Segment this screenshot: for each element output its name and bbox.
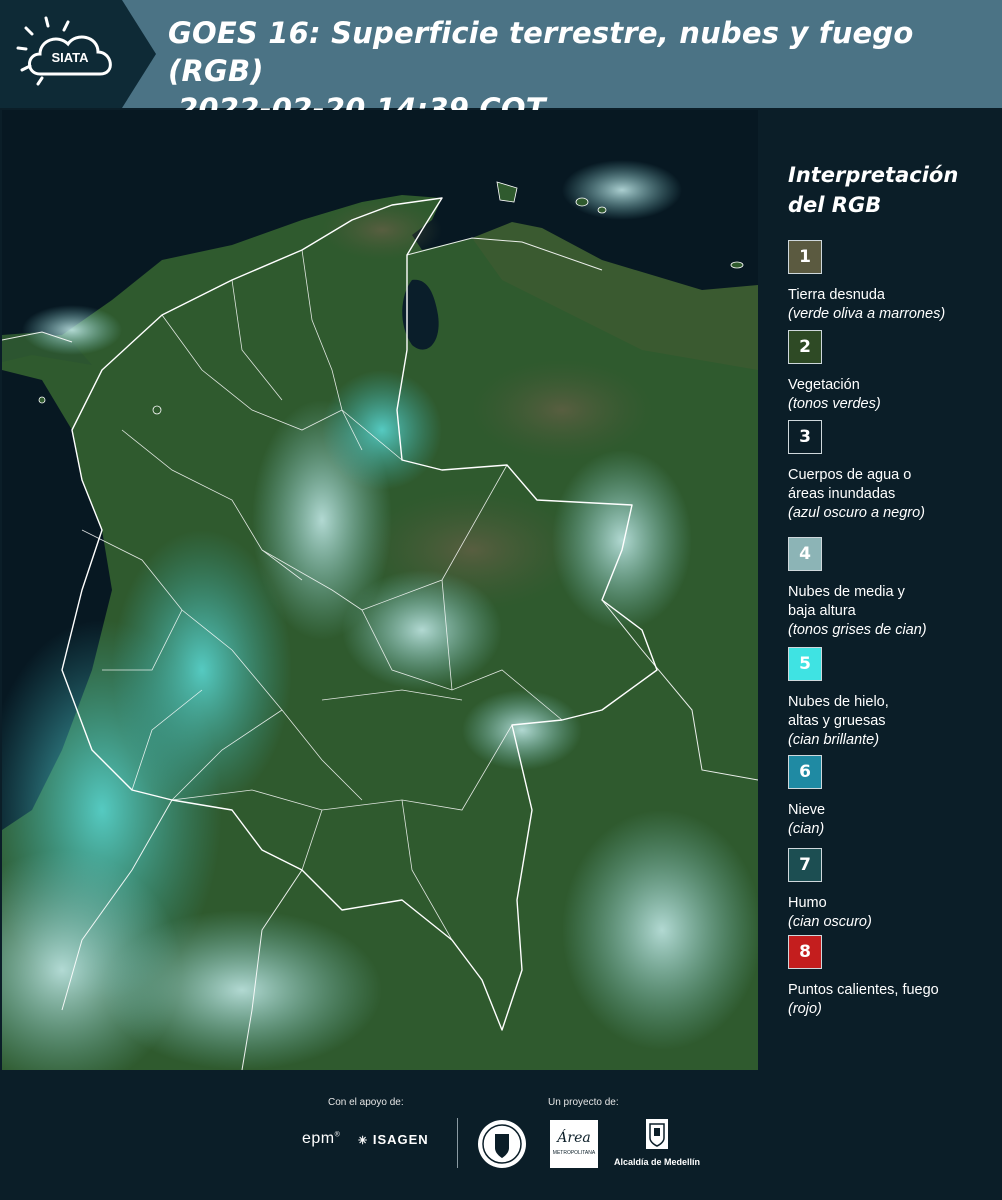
legend-item-label: Humo <box>788 895 827 911</box>
siata-logo: SIATA <box>0 0 160 108</box>
legend-item-label: Nubes de hielo, altas y gruesas <box>788 694 889 729</box>
legend-swatch: 5 <box>788 647 822 681</box>
legend-item: 3 Cuerpos de agua o áreas inundadas (azul … <box>788 420 998 523</box>
legend-item-label: Nubes de media y baja altura <box>788 584 905 619</box>
header-bar: SIATA GOES 16: Superficie terrestre, nub… <box>0 0 1002 126</box>
legend-swatch: 6 <box>788 755 822 789</box>
alcaldia-text: Alcaldía de Medellín <box>613 1157 701 1167</box>
isagen-logo: ✳ ISAGEN <box>358 1132 429 1147</box>
legend-item-label: Cuerpos de agua o áreas inundadas <box>788 467 912 502</box>
legend-item-description: (tonos grises de cian) <box>788 622 927 638</box>
legend-item-description: (rojo) <box>788 1001 822 1017</box>
legend-item-description: (cian brillante) <box>788 732 880 748</box>
siata-logo-text: SIATA <box>51 50 89 65</box>
legend-item: 5 Nubes de hielo, altas y gruesas (cian br… <box>788 647 998 750</box>
medellin-shield-icon <box>646 1119 668 1149</box>
legend-swatch: 4 <box>788 537 822 571</box>
legend-item-description: (azul oscuro a negro) <box>788 505 926 521</box>
legend-swatch: 2 <box>788 330 822 364</box>
area-metropolitana-logo-text: Área <box>557 1130 591 1146</box>
legend-item-description: (verde oliva a marrones) <box>788 306 946 322</box>
isagen-icon: ✳ <box>358 1135 369 1147</box>
legend-item-description: (cian oscuro) <box>788 914 872 930</box>
legend-item-description: (tonos verdes) <box>788 396 881 412</box>
area-metropolitana-logo-subtext: METROPOLITANA <box>552 1150 596 1156</box>
satellite-map-image <box>2 110 758 1070</box>
legend-item-label: Tierra desnuda <box>788 287 885 303</box>
university-seal-icon <box>478 1120 526 1168</box>
footer-divider <box>457 1118 458 1168</box>
legend-item-label: Vegetación <box>788 377 860 393</box>
legend-item-label: Puntos calientes, fuego <box>788 982 939 998</box>
legend-item: 1 Tierra desnuda (verde oliva a marrones) <box>788 240 998 324</box>
legend-swatch: 3 <box>788 420 822 454</box>
legend-swatch: 1 <box>788 240 822 274</box>
legend-item: 4 Nubes de media y baja altura (tonos gris… <box>788 537 998 640</box>
legend-item: 8 Puntos calientes, fuego (rojo) <box>788 935 998 1019</box>
legend-title: Interpretación del RGB <box>788 163 959 217</box>
footer: Con el apoyo de: Un proyecto de: epm® ✳ … <box>0 1070 1002 1200</box>
project-label: Un proyecto de: <box>548 1097 619 1108</box>
legend-item-label: Nieve <box>788 802 826 818</box>
support-label: Con el apoyo de: <box>328 1097 404 1108</box>
satellite-map <box>2 110 758 1070</box>
alcaldia-medellin-logo: Alcaldía de Medellín <box>612 1118 702 1167</box>
legend-swatch: 7 <box>788 848 822 882</box>
legend-item: 7 Humo (cian oscuro) <box>788 848 998 932</box>
epm-logo: epm® <box>302 1130 341 1147</box>
legend-swatch: 8 <box>788 935 822 969</box>
epm-logo-text: epm <box>302 1130 335 1147</box>
legend-item: 2 Vegetación (tonos verdes) <box>788 330 998 414</box>
legend-panel: Interpretación del RGB 1 Tierra desnuda (v… <box>760 110 1002 1070</box>
legend-item-description: (cian) <box>788 821 825 837</box>
isagen-logo-text: ISAGEN <box>372 1132 429 1147</box>
area-metropolitana-logo: Área METROPOLITANA <box>550 1120 598 1168</box>
title-line-1: GOES 16: Superficie terrestre, nubes y f… <box>168 16 914 88</box>
legend-item: 6 Nieve (cian) <box>788 755 998 839</box>
